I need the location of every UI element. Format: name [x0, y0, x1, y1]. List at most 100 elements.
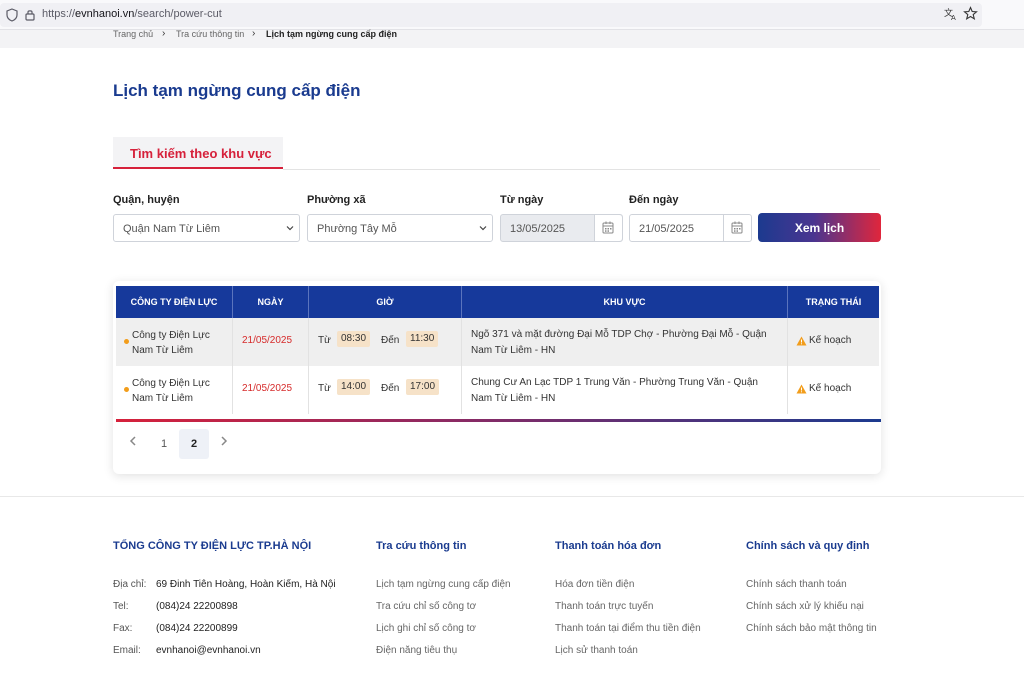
start-time: 08:30 — [337, 331, 371, 347]
footer-link-payment-history[interactable]: Lịch sử thanh toán — [555, 645, 638, 656]
results-card: CÔNG TY ĐIỆN LỰC NGÀY GIỜ KHU VỰC TRẠNG … — [113, 281, 881, 474]
from-word: Từ — [318, 383, 331, 394]
to-date-label: Đến ngày — [629, 194, 679, 206]
company-name: Công ty Điện Lực Nam Từ Liêm — [132, 330, 210, 356]
district-value: Quận Nam Từ Liêm — [123, 223, 221, 235]
area-cell: Chung Cư An Lạc TDP 1 Trung Văn - Phường… — [462, 366, 788, 414]
table-bottom-bar — [116, 419, 881, 422]
email-value[interactable]: evnhanoi@evnhanoi.vn — [156, 645, 261, 656]
status-cell: Kế hoạch — [788, 366, 879, 414]
page-title: Lịch tạm ngừng cung cấp điện — [113, 81, 361, 100]
outage-date: 21/05/2025 — [242, 383, 293, 394]
district-select[interactable]: Quận Nam Từ Liêm — [113, 214, 300, 242]
column-header-date: NGÀY — [233, 286, 309, 318]
from-date-field[interactable]: 13/05/2025 — [500, 214, 623, 242]
chevron-right-icon: › — [252, 28, 256, 39]
tel-label: Tel: — [113, 601, 129, 612]
from-date-picker-button[interactable] — [594, 215, 622, 241]
from-word: Từ — [318, 335, 331, 346]
to-word: Đến — [381, 335, 400, 346]
tab-search-by-area[interactable]: Tìm kiếm theo khu vực — [113, 137, 283, 169]
pagination: 1 2 — [113, 429, 313, 459]
table-row: Công ty Điện Lực Nam Từ Liêm 21/05/2025 … — [116, 366, 879, 414]
time-cell: Từ 08:30 Đến 11:30 — [309, 318, 462, 366]
footer-link-power-cut[interactable]: Lịch tạm ngừng cung cấp điện — [376, 579, 511, 590]
lock-icon[interactable] — [24, 8, 36, 22]
breadcrumb-current: Lịch tạm ngừng cung cấp điện — [266, 29, 398, 39]
page-2-button[interactable]: 2 — [179, 429, 209, 459]
translate-icon[interactable]: 文 A — [944, 7, 958, 21]
footer-link-meter-index[interactable]: Tra cứu chỉ số công tơ — [376, 601, 476, 612]
footer-link-complaint-policy[interactable]: Chính sách xử lý khiếu nại — [746, 601, 864, 612]
footer-company-title: TỔNG CÔNG TY ĐIỆN LỰC TP.HÀ NỘI — [113, 540, 312, 552]
footer-payment-title: Thanh toán hóa đơn — [555, 540, 662, 552]
warning-icon — [796, 384, 807, 394]
ward-select[interactable]: Phường Tây Mỗ — [307, 214, 493, 242]
date-cell: 21/05/2025 — [233, 318, 309, 366]
time-cell: Từ 14:00 Đến 17:00 — [309, 366, 462, 414]
footer-link-invoice[interactable]: Hóa đơn tiền điện — [555, 579, 634, 590]
table-row: Công ty Điện Lực Nam Từ Liêm 21/05/2025 … — [116, 318, 879, 366]
from-date-label: Từ ngày — [500, 194, 544, 206]
ward-value: Phường Tây Mỗ — [317, 223, 397, 235]
district-label: Quận, huyện — [113, 194, 180, 206]
warning-icon — [796, 336, 807, 346]
address-label: Địa chỉ: — [113, 579, 147, 590]
end-time: 17:00 — [406, 379, 440, 395]
footer-link-privacy-policy[interactable]: Chính sách bảo mật thông tin — [746, 623, 877, 634]
footer-divider — [0, 496, 1024, 497]
shield-icon[interactable] — [6, 8, 18, 22]
star-icon[interactable] — [963, 6, 978, 21]
column-header-area: KHU VỰC — [462, 286, 788, 318]
view-schedule-button[interactable]: Xem lịch — [758, 213, 881, 242]
footer-lookup-title: Tra cứu thông tin — [376, 540, 467, 552]
calendar-icon — [602, 221, 614, 234]
to-date-picker-button[interactable] — [723, 215, 751, 241]
outage-date: 21/05/2025 — [242, 335, 293, 346]
chevron-down-icon — [286, 226, 294, 231]
to-word: Đến — [381, 383, 400, 394]
end-time: 11:30 — [406, 331, 439, 347]
address-value: 69 Đinh Tiên Hoàng, Hoàn Kiếm, Hà Nội — [156, 579, 336, 590]
status-dot — [124, 387, 129, 392]
area-text: Chung Cư An Lạc TDP 1 Trung Văn - Phường… — [471, 377, 758, 404]
to-date-field[interactable]: 21/05/2025 — [629, 214, 752, 242]
breadcrumb: Trang chủ › Tra cứu thông tin › Lịch tạm… — [0, 28, 1024, 48]
chevron-right-icon[interactable] — [220, 436, 228, 446]
email-label: Email: — [113, 645, 141, 656]
fax-value: (084)24 22200899 — [156, 623, 238, 634]
status-dot — [124, 339, 129, 344]
company-cell: Công ty Điện Lực Nam Từ Liêm — [116, 318, 233, 366]
chevron-left-icon[interactable] — [129, 436, 137, 446]
area-cell: Ngõ 371 và mặt đường Đại Mỗ TDP Chợ - Ph… — [462, 318, 788, 366]
footer-link-online-payment[interactable]: Thanh toán trực tuyến — [555, 601, 653, 612]
footer-policy-title: Chính sách và quy định — [746, 540, 870, 552]
table-header: CÔNG TY ĐIỆN LỰC NGÀY GIỜ KHU VỰC TRẠNG … — [116, 286, 879, 318]
to-date-value: 21/05/2025 — [639, 223, 695, 235]
breadcrumb-lookup[interactable]: Tra cứu thông tin — [176, 29, 244, 39]
breadcrumb-home[interactable]: Trang chủ — [113, 29, 153, 39]
date-cell: 21/05/2025 — [233, 366, 309, 414]
footer-link-payment-policy[interactable]: Chính sách thanh toán — [746, 579, 847, 590]
tab-divider — [283, 169, 880, 170]
url-host: evnhanoi.vn — [75, 8, 135, 20]
view-schedule-label: Xem lịch — [794, 221, 845, 235]
footer-link-consumption[interactable]: Điện năng tiêu thụ — [376, 645, 457, 656]
footer-link-meter-schedule[interactable]: Lịch ghi chỉ số công tơ — [376, 623, 476, 634]
url-text: https://evnhanoi.vn/search/power-cut — [42, 8, 222, 20]
company-name: Công ty Điện Lực Nam Từ Liêm — [132, 378, 210, 404]
status-text: Kế hoạch — [809, 335, 852, 346]
column-header-status: TRẠNG THÁI — [805, 297, 862, 307]
area-text: Ngõ 371 và mặt đường Đại Mỗ TDP Chợ - Ph… — [471, 329, 767, 356]
svg-text:A: A — [951, 14, 956, 21]
page-1-button[interactable]: 1 — [149, 429, 179, 459]
start-time: 14:00 — [337, 379, 371, 395]
address-bar[interactable]: https://evnhanoi.vn/search/power-cut — [0, 3, 982, 27]
browser-toolbar: https://evnhanoi.vn/search/power-cut 文 A — [0, 0, 1024, 30]
tab-label: Tìm kiếm theo khu vực — [130, 146, 272, 161]
company-cell: Công ty Điện Lực Nam Từ Liêm — [116, 366, 233, 414]
ward-label: Phường xã — [307, 194, 366, 206]
footer-link-payment-points[interactable]: Thanh toán tại điểm thu tiền điện — [555, 623, 701, 634]
url-prefix: https:// — [42, 8, 76, 20]
url-path: /search/power-cut — [134, 8, 222, 20]
